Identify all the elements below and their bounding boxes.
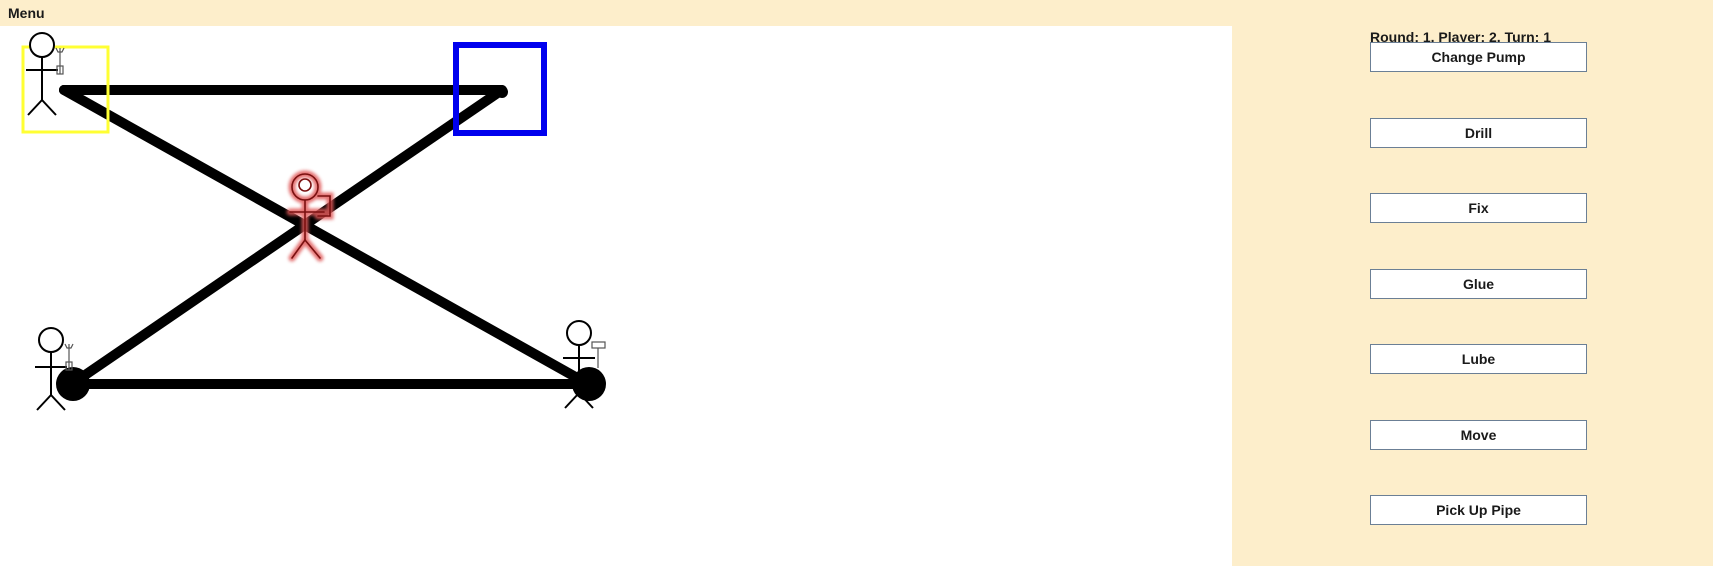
wrench-icon	[64, 343, 74, 371]
player-bottom-left[interactable]	[35, 327, 67, 411]
board-svg[interactable]	[0, 26, 1232, 566]
menu-button[interactable]: Menu	[8, 5, 45, 21]
move-button[interactable]: Move	[1370, 420, 1587, 450]
game-board[interactable]	[0, 26, 1232, 566]
lube-button[interactable]: Lube	[1370, 344, 1587, 374]
fix-button[interactable]: Fix	[1370, 193, 1587, 223]
node-top-right[interactable]	[496, 86, 508, 98]
hammer-icon	[591, 341, 606, 368]
menu-bar: Menu	[0, 0, 1713, 26]
pick-up-pipe-button[interactable]: Pick Up Pipe	[1370, 495, 1587, 525]
change-pump-button[interactable]: Change Pump	[1370, 42, 1587, 72]
wrench-icon	[55, 47, 65, 75]
glue-button[interactable]: Glue	[1370, 269, 1587, 299]
node-top-left[interactable]	[59, 85, 69, 95]
node-bottom-left[interactable]	[56, 367, 90, 401]
player-top-left[interactable]	[26, 32, 58, 116]
drill-button[interactable]: Drill	[1370, 118, 1587, 148]
